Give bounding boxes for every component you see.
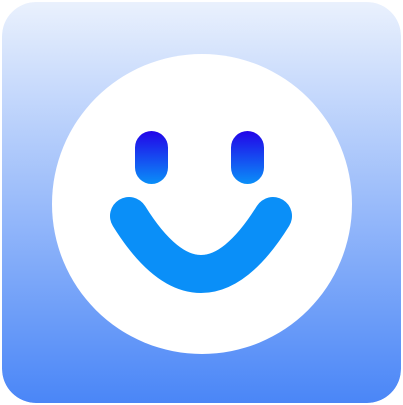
face-circle xyxy=(52,54,352,354)
smiley-app-icon[interactable] xyxy=(2,2,401,403)
left-eye xyxy=(135,131,168,184)
right-eye xyxy=(231,131,264,184)
smiley-app-icon-graphic xyxy=(2,2,401,403)
